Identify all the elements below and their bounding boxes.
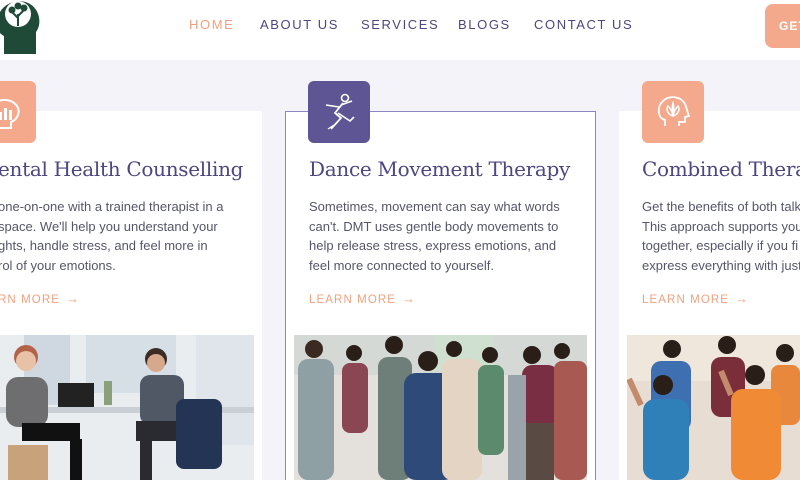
card-text-line: express everything with just — [642, 257, 800, 273]
learn-more-link[interactable]: LEARN MORE → — [642, 291, 749, 306]
nav-home[interactable]: HOME — [189, 17, 234, 32]
learn-more-label: LEARN MORE — [309, 294, 397, 306]
card-text-line: one-on-one with a trained therapist in a — [0, 199, 224, 214]
learn-more-label: LEARN MORE — [642, 294, 730, 306]
site-header: HOME ABOUT US SERVICES BLOGS CONTACT US … — [0, 0, 800, 60]
main-nav: HOME ABOUT US SERVICES BLOGS CONTACT US — [0, 17, 800, 37]
get-started-label: GET — [779, 19, 800, 33]
brain-chart-icon — [0, 81, 36, 143]
head-lotus-icon — [642, 81, 704, 143]
card-text-line: help release stress, express emotions, a… — [309, 238, 557, 253]
learn-more-link[interactable]: LEARN MORE → — [309, 291, 416, 306]
card-text-line: rol of your emotions. — [0, 257, 116, 273]
arrow-right-icon: → — [66, 291, 81, 306]
dance-therapy-photo — [294, 335, 587, 480]
learn-more-label: RN MORE — [0, 294, 61, 306]
card-text-line: together, especially if you fi — [642, 238, 799, 253]
card-text-line: can't. DMT uses gentle body movements to — [309, 218, 559, 234]
dancer-icon — [308, 81, 370, 143]
card-description: Get the benefits of both talk This appro… — [642, 197, 800, 275]
card-text-line: This approach supports you — [642, 218, 800, 234]
card-text-line: Sometimes, movement can say what words — [309, 199, 560, 214]
counselling-photo — [0, 335, 254, 480]
card-description: one-on-one with a trained therapist in a… — [0, 197, 258, 275]
card-title: Dance Movement Therapy — [309, 157, 571, 181]
card-text-line: Get the benefits of both talk — [642, 199, 800, 214]
arrow-right-icon: → — [402, 291, 417, 306]
card-description: Sometimes, movement can say what words c… — [309, 197, 569, 275]
nav-blogs[interactable]: BLOGS — [458, 17, 511, 32]
arrow-right-icon: → — [735, 291, 750, 306]
card-text-line: space. We'll help you understand your — [0, 218, 218, 234]
card-text-line: ghts, handle stress, and feel more in — [0, 238, 208, 253]
nav-about-us[interactable]: ABOUT US — [260, 17, 339, 32]
nav-services[interactable]: SERVICES — [361, 17, 439, 32]
combined-therapy-photo — [627, 335, 800, 480]
card-title: Combined Therap — [642, 157, 800, 181]
card-text-line: feel more connected to yourself. — [309, 257, 494, 273]
learn-more-link[interactable]: RN MORE → — [0, 291, 80, 306]
nav-contact-us[interactable]: CONTACT US — [534, 17, 633, 32]
card-title: ental Health Counselling — [0, 157, 244, 181]
get-started-button[interactable]: GET — [765, 4, 800, 48]
